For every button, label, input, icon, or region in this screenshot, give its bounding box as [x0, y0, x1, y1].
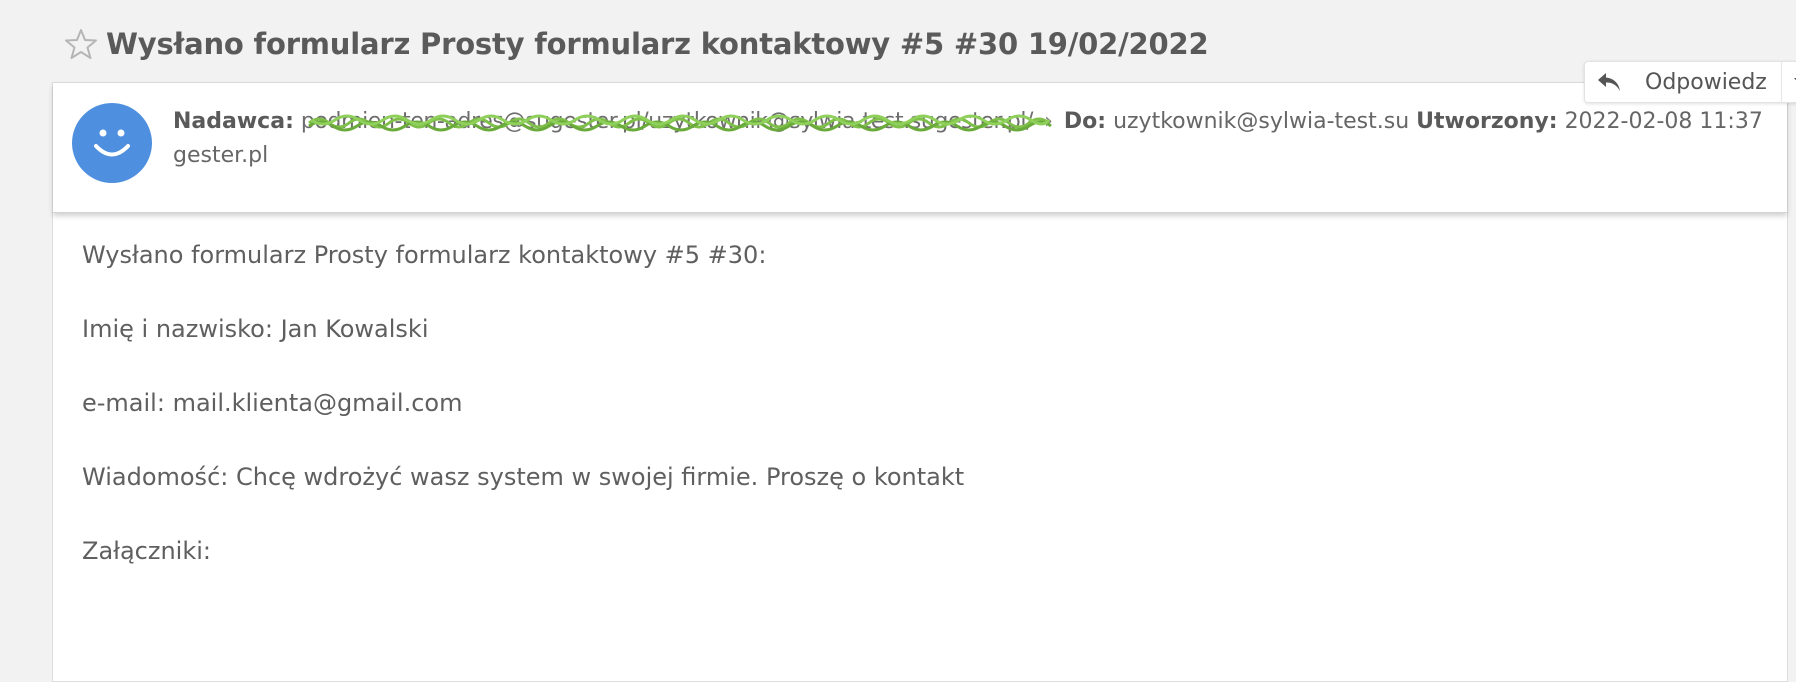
- body-line-attachments: Załączniki:: [82, 537, 211, 565]
- body-line-name: Imię i nazwisko: Jan Kowalski: [82, 315, 429, 343]
- redaction-scribble: [307, 114, 1052, 132]
- reply-label: Odpowiedz: [1645, 69, 1767, 95]
- star-outline-icon[interactable]: [64, 27, 98, 61]
- smiley-avatar-icon: [72, 103, 152, 183]
- created-value: 2022-02-08 11:37: [1564, 109, 1763, 134]
- created-label: Utworzony:: [1416, 109, 1558, 134]
- reply-dropdown-toggle[interactable]: [1782, 62, 1796, 102]
- mail-card: Nadawca: podmien-ten-adres@sugester.pl/u…: [52, 61, 1796, 682]
- sender-email-continuation: gester.pl: [173, 143, 269, 168]
- subject-title: Wysłano formularz Prosty formularz konta…: [106, 27, 1209, 61]
- body-line-message: Wiadomość: Chcę wdrożyć wasz system w sw…: [82, 463, 965, 491]
- to-value[interactable]: uzytkownik@sylwia-test.su: [1113, 109, 1409, 134]
- reply-button-group: Odpowiedz: [1584, 61, 1796, 103]
- sender-label: Nadawca:: [173, 109, 294, 134]
- meta-line-1: Nadawca: podmien-ten-adres@sugester.pl/u…: [173, 105, 1773, 139]
- mail-header: Nadawca: podmien-ten-adres@sugester.pl/u…: [53, 61, 1796, 213]
- body-line-intro: Wysłano formularz Prosty formularz konta…: [82, 241, 767, 269]
- sender-email[interactable]: podmien-ten-adres@sugester.pl/uzytkownik…: [301, 105, 1052, 139]
- meta-line-2: gester.pl: [173, 139, 1773, 173]
- body-line-email: e-mail: mail.klienta@gmail.com: [82, 389, 463, 417]
- reply-button[interactable]: Odpowiedz: [1585, 62, 1782, 102]
- mail-body: Wysłano formularz Prosty formularz konta…: [82, 237, 1682, 607]
- reply-arrow-icon: [1595, 70, 1623, 94]
- to-label: Do:: [1063, 109, 1107, 134]
- mail-meta: Nadawca: podmien-ten-adres@sugester.pl/u…: [173, 105, 1773, 173]
- subject-bar: Wysłano formularz Prosty formularz konta…: [64, 22, 1209, 66]
